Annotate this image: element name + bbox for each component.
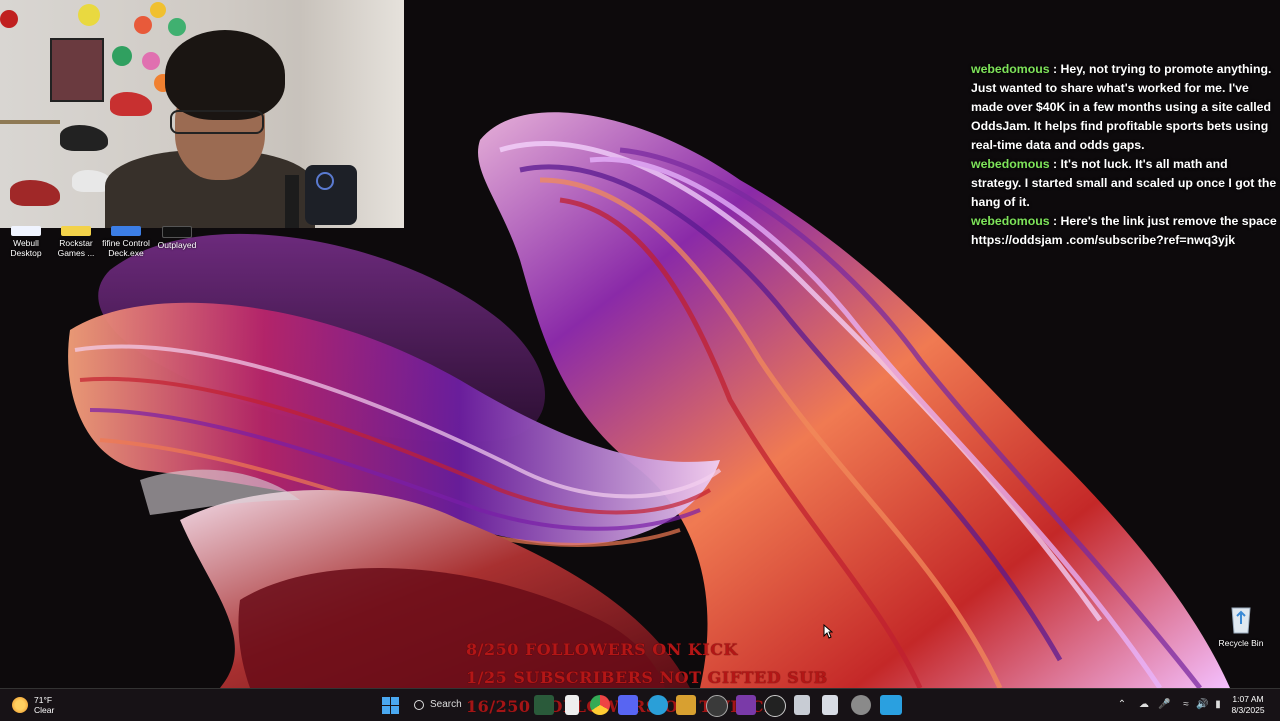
app-f-icon[interactable] [880,695,902,715]
chat-username: webedomous [971,214,1050,228]
notepad-icon[interactable] [736,695,756,715]
chat-message: webedomous : It's not luck. It's all mat… [971,155,1277,212]
weather-condition: Clear [34,705,55,715]
chat-overlay: webedomous : Hey, not trying to promote … [971,60,1277,250]
webcam-ball [142,52,160,70]
chat-username: webedomous [971,62,1050,76]
obs-icon[interactable] [706,695,728,717]
rockstar-icon [61,226,91,236]
steam-icon[interactable] [676,695,696,715]
desktop-icon-label: Rockstar Games ... [57,238,95,258]
webcam-ball [78,4,100,26]
webcam-shoe [10,180,60,206]
settings-icon[interactable] [851,695,871,715]
speaker-icon[interactable]: 🔊 [1196,699,1208,711]
webcam-ball [150,2,166,18]
webcam-overlay [0,0,404,228]
desktop-icon-rockstar[interactable]: Rockstar Games ... [50,226,102,258]
webcam-poster [50,38,104,102]
search-label: Search [430,699,462,710]
microphone-icon[interactable]: 🎤 [1158,699,1170,711]
webcam-ball [168,18,186,36]
start-button[interactable] [380,695,400,715]
taskbar: 71°F Clear Search 16/250 FOLLOWERS ON TW… [0,688,1280,721]
chat-message: webedomous : Here's the link just remove… [971,212,1277,250]
webcam-ball [0,10,18,28]
file-explorer-icon[interactable] [565,695,579,715]
webcam-shoe [60,125,108,151]
battery-icon[interactable]: ▮ [1212,699,1224,711]
clock-time: 1:07 AM [1232,694,1264,704]
discord-icon[interactable] [618,695,638,715]
store-icon[interactable] [822,695,838,715]
desktop-icon-webull[interactable]: Webull Desktop [0,226,52,258]
mouse-cursor-icon [823,624,833,639]
desktop-icon-label: Webull Desktop [10,238,42,258]
webcam-ball [134,16,152,34]
webcam-shoe [110,92,152,116]
webcam-shelf [0,120,60,124]
webcam-tripod [285,175,299,228]
weather-temperature: 71°F [34,695,53,705]
chevron-up-icon[interactable]: ⌃ [1116,699,1128,711]
weather-moon-icon [12,697,28,713]
desktop-icon-label: Outplayed [157,240,197,250]
desktop-icon-outplayed[interactable]: Outplayed [151,226,203,250]
recycle-bin-icon [1231,607,1251,634]
desktop-icon-label: Recycle Bin [1218,638,1264,648]
fifine-icon [111,226,141,236]
webcam-microphone-light [316,172,334,190]
wifi-icon[interactable]: ≈ [1180,699,1192,711]
notes-icon[interactable] [794,695,810,715]
goal-kick-followers: 8/250 FOLLOWERS ON KICK [466,640,738,659]
chat-separator: : [1049,157,1061,171]
system-clock[interactable]: 1:07 AM 8/3/2025 [1224,694,1272,716]
chat-separator: : [1049,62,1061,76]
webcam-person-glasses [170,110,264,134]
webull-icon [11,226,41,236]
desktop-icon-fifine[interactable]: fifine Control Deck.exe [100,226,152,258]
chat-message: webedomous : Hey, not trying to promote … [971,60,1277,155]
clock-date: 8/3/2025 [1231,705,1265,715]
cloud-icon[interactable]: ☁ [1138,699,1150,711]
chrome-icon[interactable] [590,695,610,715]
desktop-icon-recycle-bin[interactable]: Recycle Bin [1216,604,1266,648]
webcam-person-hair [165,30,285,120]
search-icon [414,700,424,710]
edge-icon[interactable] [648,695,668,715]
chat-separator: : [1049,214,1061,228]
outplayed-icon [162,226,192,238]
app-icon[interactable] [764,695,786,717]
desktop-icon-label: fifine Control Deck.exe [102,238,150,258]
webcam-ball [112,46,132,66]
chat-username: webedomous [971,157,1050,171]
task-view-icon[interactable] [534,695,554,715]
goal-subscribers: 1/25 SUBSCRIBERS NOT GIFTED SUB [466,668,828,687]
